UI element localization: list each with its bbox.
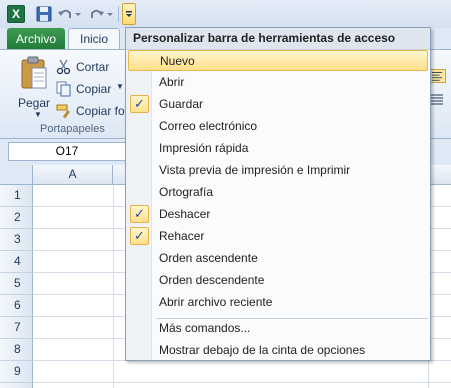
menu-item-label: Abrir archivo reciente	[159, 295, 273, 309]
menu-item-ortografia[interactable]: Ortografía	[128, 182, 428, 203]
tab-inicio[interactable]: Inicio	[68, 28, 120, 50]
menu-item-label: Mostrar debajo de la cinta de opciones	[159, 343, 366, 357]
menu-item-mostrar-debajo[interactable]: Mostrar debajo de la cinta de opciones	[128, 340, 428, 361]
row-header[interactable]: 10	[0, 383, 33, 388]
copy-label: Copiar	[76, 82, 112, 96]
menu-item-label: Orden ascendente	[159, 251, 258, 265]
format-painter-icon	[56, 104, 70, 119]
menu-item-rehacer[interactable]: ✓ Rehacer	[128, 226, 428, 247]
menu-item-impresion-rapida[interactable]: Impresión rápida	[128, 138, 428, 159]
toolbar-separator	[118, 6, 119, 22]
menu-item-label: Abrir	[159, 75, 185, 89]
format-painter-button[interactable]: Copiar fo	[56, 102, 136, 120]
menu-item-label: Impresión rápida	[159, 141, 249, 155]
clipboard-group-label: Portapapeles	[40, 123, 105, 135]
tab-archivo[interactable]: Archivo	[7, 28, 65, 50]
row-header[interactable]: 2	[0, 207, 33, 229]
clipboard-icon	[21, 56, 47, 89]
scissors-icon	[56, 59, 71, 75]
paste-button[interactable]: Pegar ▼	[12, 56, 54, 119]
menu-item-vista-previa[interactable]: Vista previa de impresión e Imprimir	[128, 160, 428, 181]
column-header-a[interactable]: A	[33, 165, 113, 185]
name-box[interactable]: O17	[8, 142, 126, 161]
cut-button[interactable]: Cortar	[56, 58, 136, 76]
row-header[interactable]: 5	[0, 273, 33, 295]
checkmark-icon: ✓	[130, 205, 149, 223]
menu-item-label: Rehacer	[159, 229, 205, 243]
redo-icon[interactable]	[90, 5, 104, 23]
cut-label: Cortar	[76, 60, 110, 74]
menu-item-correo[interactable]: Correo electrónico	[128, 116, 428, 137]
column-header-right[interactable]	[428, 165, 451, 185]
menu-item-label: Guardar	[159, 97, 204, 111]
menu-item-label: Orden descendente	[159, 273, 265, 287]
menu-item-abrir-reciente[interactable]: Abrir archivo reciente	[128, 292, 428, 313]
row-header[interactable]: 6	[0, 295, 33, 317]
copy-icon	[56, 81, 71, 97]
row-gridline	[33, 382, 451, 383]
row-header[interactable]: 3	[0, 229, 33, 251]
column-gridline	[113, 185, 114, 388]
menu-title: Personalizar barra de herramientas de ac…	[126, 28, 430, 66]
menu-item-label: Nuevo	[160, 54, 195, 68]
row-header[interactable]: 9	[0, 361, 33, 383]
menu-item-deshacer[interactable]: ✓ Deshacer	[128, 204, 428, 225]
menu-item-label: Ortografía	[159, 185, 214, 199]
row-header[interactable]: 1	[0, 185, 33, 207]
undo-dropdown-icon[interactable]	[74, 5, 82, 23]
quick-access-toolbar: X	[0, 0, 451, 28]
menu-item-label: Correo electrónico	[159, 119, 258, 133]
row-header[interactable]: 4	[0, 251, 33, 273]
paste-label: Pegar	[18, 96, 51, 110]
row-header[interactable]: 7	[0, 317, 33, 339]
customize-toolbar-button[interactable]	[122, 3, 136, 25]
checkmark-icon: ✓	[130, 95, 149, 113]
checkmark-icon: ✓	[130, 227, 149, 245]
excel-app-icon[interactable]: X	[7, 5, 25, 23]
chevron-down-icon	[126, 11, 132, 17]
menu-item-mas-comandos[interactable]: Más comandos...	[128, 318, 428, 339]
copy-dropdown-icon[interactable]: ▼	[116, 82, 124, 91]
menu-item-nuevo[interactable]: Nuevo	[128, 50, 428, 71]
select-all-corner[interactable]	[0, 165, 33, 185]
redo-dropdown-icon[interactable]	[106, 5, 114, 23]
format-painter-label: Copiar fo	[76, 104, 125, 118]
menu-item-label: Deshacer	[159, 207, 211, 221]
menu-item-guardar[interactable]: ✓ Guardar	[128, 94, 428, 115]
row-header[interactable]: 8	[0, 339, 33, 361]
menu-item-orden-descendente[interactable]: Orden descendente	[128, 270, 428, 291]
save-icon[interactable]	[36, 5, 52, 23]
menu-item-label: Más comandos...	[159, 321, 251, 335]
menu-item-abrir[interactable]: Abrir	[128, 72, 428, 93]
customize-qat-menu: Personalizar barra de herramientas de ac…	[125, 27, 431, 361]
undo-icon[interactable]	[58, 5, 72, 23]
menu-item-label: Vista previa de impresión e Imprimir	[159, 163, 351, 177]
menu-item-orden-ascendente[interactable]: Orden ascendente	[128, 248, 428, 269]
paste-dropdown-icon[interactable]: ▼	[34, 110, 42, 119]
copy-button[interactable]: Copiar ▼	[56, 80, 136, 98]
